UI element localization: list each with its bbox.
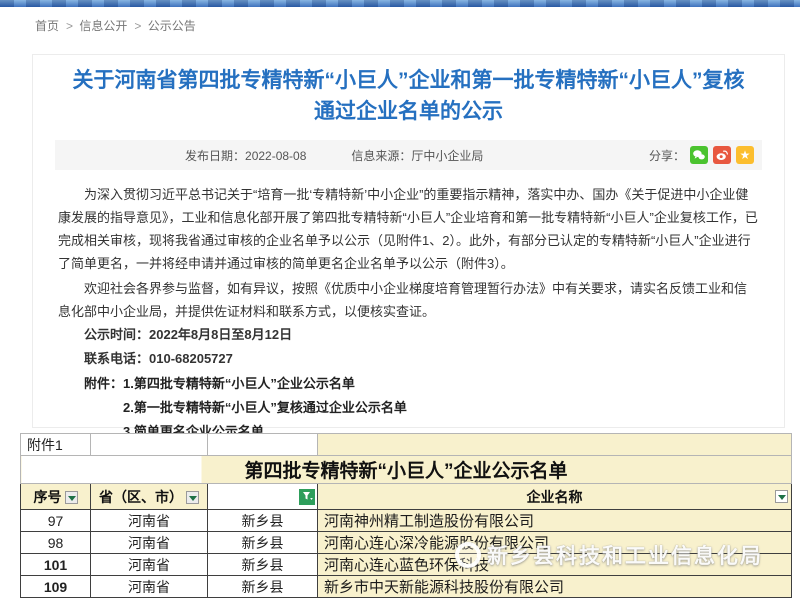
- filter-dropdown-icon[interactable]: [775, 490, 788, 503]
- top-banner-pattern: [0, 0, 800, 7]
- header-seq: 序号: [21, 484, 91, 510]
- filter-dropdown-icon[interactable]: [186, 491, 199, 504]
- cell-company: 河南心连心深冷能源股份有限公司: [318, 532, 792, 554]
- table-row: 98 河南省 新乡县 河南心连心深冷能源股份有限公司: [21, 532, 792, 554]
- table-row: 97 河南省 新乡县 河南神州精工制造股份有限公司: [21, 510, 792, 532]
- attachment1-cell: 附件1: [21, 434, 91, 456]
- qzone-star-share-icon[interactable]: ★: [736, 146, 754, 164]
- breadcrumb-home-link[interactable]: 首页: [35, 19, 59, 33]
- cell-seq: 109: [21, 576, 91, 598]
- share-label: 分享：: [649, 147, 685, 164]
- table-row: 101 河南省 新乡县 河南心连心蓝色环保科技: [21, 554, 792, 576]
- cell-province: 河南省: [91, 554, 208, 576]
- cell-city: 新乡县: [208, 554, 318, 576]
- cell-company: 河南神州精工制造股份有限公司: [318, 510, 792, 532]
- excel-sheet-image: 附件1 第四批专精特新“小巨人”企业公示名单 序号 省（区、市） 企业名称: [0, 433, 800, 600]
- active-filter-funnel-icon[interactable]: [299, 489, 315, 505]
- article-title: 关于河南省第四批专精特新“小巨人”企业和第一批专精特新“小巨人”复核通过企业名单…: [65, 65, 753, 127]
- publish-window-line: 公示时间：2022年8月8日至8月12日: [58, 323, 759, 347]
- cell-company: 河南心连心蓝色环保科技: [318, 554, 792, 576]
- table-header-row: 序号 省（区、市） 企业名称: [21, 484, 792, 510]
- breadcrumb: 首页 > 信息公开 > 公示公告: [35, 17, 200, 34]
- header-province: 省（区、市）: [91, 484, 208, 510]
- header-company: 企业名称: [318, 484, 792, 510]
- cell-province: 河南省: [91, 576, 208, 598]
- attachment-link-2[interactable]: 2.第一批专精特新“小巨人”复核通过企业公示名单: [123, 396, 407, 420]
- page: 首页 > 信息公开 > 公示公告 关于河南省第四批专精特新“小巨人”企业和第一批专精…: [0, 0, 800, 600]
- cell-seq: 98: [21, 532, 91, 554]
- breadcrumb-section-link[interactable]: 信息公开: [79, 19, 127, 33]
- cell-company: 新乡市中天新能源科技股份有限公司: [318, 576, 792, 598]
- empty-cell: [208, 434, 318, 456]
- paragraph-1: 为深入贯彻习近平总书记关于“培育一批‘专精特新’中小企业”的重要指示精神，落实中…: [58, 183, 759, 275]
- contact-phone-line: 联系电话：010-68205727: [58, 347, 759, 371]
- info-source: 信息来源：厅中小企业局: [351, 147, 483, 164]
- enterprise-table: 附件1 第四批专精特新“小巨人”企业公示名单 序号 省（区、市） 企业名称: [20, 433, 792, 598]
- cell-city: 新乡县: [208, 532, 318, 554]
- cell-seq: 101: [21, 554, 91, 576]
- publish-date: 发布日期：2022-08-08: [185, 147, 306, 164]
- table-title-row: 第四批专精特新“小巨人”企业公示名单: [21, 456, 792, 484]
- empty-cell: [91, 434, 208, 456]
- article-card: 关于河南省第四批专精特新“小巨人”企业和第一批专精特新“小巨人”复核通过企业名单…: [32, 54, 785, 428]
- share-bar: 分享： ★: [649, 146, 754, 164]
- breadcrumb-current: 公示公告: [148, 19, 196, 33]
- cell-city: 新乡县: [208, 576, 318, 598]
- attachment-row: 附件1: [21, 434, 792, 456]
- table-title: 第四批专精特新“小巨人”企业公示名单: [21, 456, 792, 484]
- top-banner-strip: [0, 0, 800, 7]
- weibo-share-icon[interactable]: [713, 146, 731, 164]
- article-meta-bar: 发布日期：2022-08-08 信息来源：厅中小企业局 分享： ★: [55, 140, 762, 170]
- table-row: 109 河南省 新乡县 新乡市中天新能源科技股份有限公司: [21, 576, 792, 598]
- paragraph-2: 欢迎社会各界参与监督，如有异议，按照《优质中小企业梯度培育管理暂行办法》中有关要…: [58, 277, 759, 323]
- empty-cell: [318, 434, 792, 456]
- wechat-share-icon[interactable]: [690, 146, 708, 164]
- cell-province: 河南省: [91, 510, 208, 532]
- breadcrumb-separator: >: [134, 19, 141, 33]
- attachment-link-1[interactable]: 1.第四批专精特新“小巨人”企业公示名单: [123, 372, 407, 396]
- filter-dropdown-icon[interactable]: [65, 491, 78, 504]
- cell-city: 新乡县: [208, 510, 318, 532]
- header-city: [208, 484, 318, 510]
- breadcrumb-separator: >: [66, 19, 73, 33]
- cell-seq: 97: [21, 510, 91, 532]
- cell-province: 河南省: [91, 532, 208, 554]
